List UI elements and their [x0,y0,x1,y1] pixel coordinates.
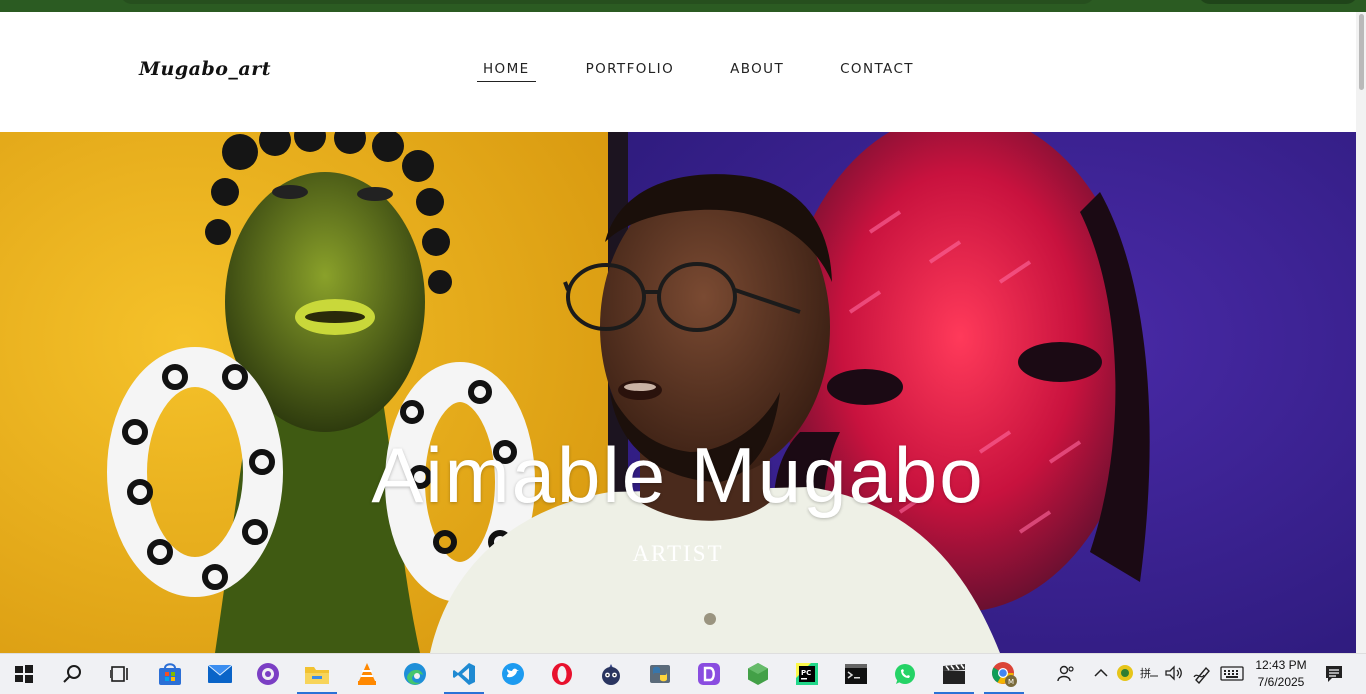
start-icon [15,665,33,683]
taskbar-vlc[interactable] [343,654,391,694]
taskbar-bot-app[interactable] [587,654,635,694]
microsoft-store-icon [159,663,181,685]
taskbar-twitter[interactable] [489,654,537,694]
ime-icon[interactable]: 拼 [1140,664,1160,682]
taskbar-python[interactable] [636,654,684,694]
nodejs-icon [748,663,768,685]
svg-text:PC: PC [801,669,811,677]
taskbar-opera[interactable] [538,654,586,694]
taskbar-mail[interactable] [196,654,244,694]
scrollbar-thumb[interactable] [1359,14,1364,90]
site-logo[interactable]: Mugabo_art [139,58,271,80]
github-desktop-icon [257,663,279,685]
bot-app-icon [602,664,620,685]
browser-top-strip [0,0,1366,12]
start-button[interactable] [0,654,48,694]
nav-about[interactable]: ABOUT [724,61,790,82]
search-button[interactable] [48,654,96,694]
main-nav: HOME PORTFOLIO ABOUT CONTACT [477,61,964,82]
nav-contact[interactable]: CONTACT [834,61,920,82]
edge-icon [404,663,426,685]
toolbar-edge [1198,0,1358,4]
taskbar-pycharm[interactable]: PC [783,654,831,694]
taskbar-edge[interactable] [391,654,439,694]
keyboard-icon[interactable] [1220,666,1244,682]
clock-date: 7/6/2025 [1257,675,1305,689]
taskbar-vscode[interactable] [440,654,488,694]
hero-section: Aimable Mugabo ARTIST [0,132,1356,653]
hero-title: Aimable Mugabo [371,431,985,519]
clock-time: 12:43 PM [1255,658,1307,672]
windows-taskbar: PC M 拼 12:43 PM 7/6/2025 [0,653,1366,694]
pen-icon[interactable] [1192,664,1212,684]
taskbar-terminal[interactable] [832,654,880,694]
svg-text:M: M [1008,678,1014,686]
page-scrollbar[interactable] [1356,12,1366,653]
address-bar-edge [120,0,1095,4]
hero-subtitle: ARTIST [632,541,724,566]
people-icon[interactable] [1056,664,1076,684]
opera-icon [552,663,572,685]
vlc-icon [358,663,376,685]
whatsapp-icon [895,664,915,684]
taskbar-nodejs[interactable] [734,654,782,694]
taskbar-file-explorer[interactable] [293,654,341,694]
dolby-access-icon [698,663,720,685]
notification-icon[interactable] [1324,664,1344,684]
svg-text:拼: 拼 [1140,666,1151,680]
volume-icon[interactable] [1164,664,1184,682]
pycharm-icon: PC [796,663,818,685]
clapperboard-icon [943,664,965,684]
taskbar-chrome[interactable]: M [980,654,1028,694]
twitter-icon [502,663,524,685]
mail-icon [207,664,233,683]
hero-image [0,132,1356,653]
tray-app-icon[interactable] [1116,664,1134,682]
taskbar-github-desktop[interactable] [244,654,292,694]
terminal-icon [845,664,867,684]
search-icon [63,665,81,683]
vscode-icon [453,663,475,685]
taskbar-whatsapp[interactable] [881,654,929,694]
taskbar-store[interactable] [146,654,194,694]
nav-portfolio[interactable]: PORTFOLIO [580,61,681,82]
nav-home[interactable]: HOME [477,61,536,82]
chevron-up-icon[interactable] [1094,667,1108,679]
file-explorer-icon [305,667,329,684]
task-view-icon [110,666,128,682]
python-icon [650,665,670,683]
taskbar-dolby[interactable] [685,654,733,694]
taskbar-clapperboard[interactable] [930,654,978,694]
chrome-icon: M [992,662,1017,687]
site-header: Mugabo_art HOME PORTFOLIO ABOUT CONTACT [0,12,1356,132]
taskbar-clock[interactable]: 12:43 PM 7/6/2025 [1250,657,1312,691]
task-view-button[interactable] [96,654,144,694]
